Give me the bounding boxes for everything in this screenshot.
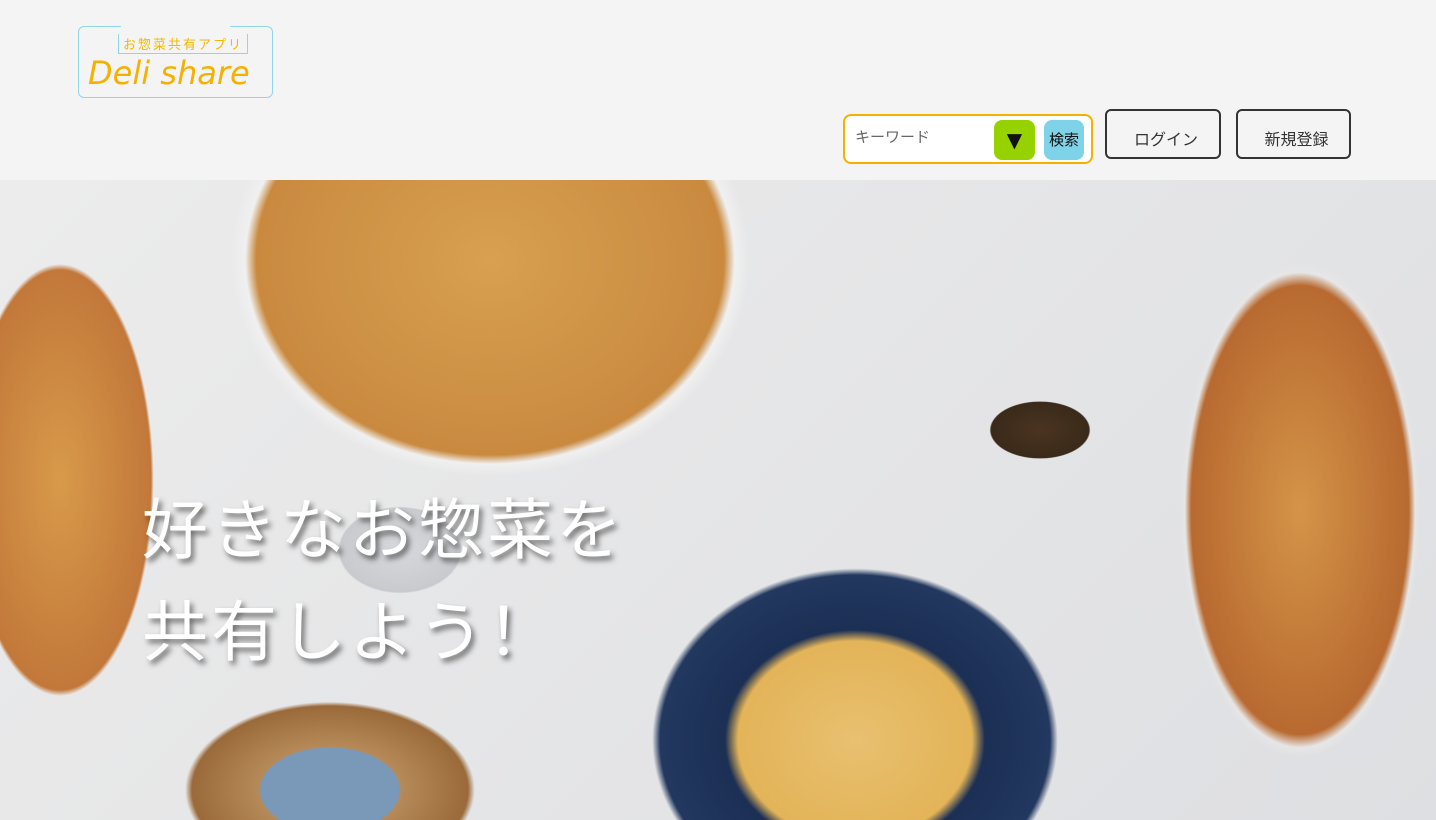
logo-title: Deli share: [88, 54, 250, 92]
login-label: ログイン: [1133, 130, 1198, 149]
search-form: ▼ 検索: [843, 114, 1093, 164]
hero-headline: 好きなお惣菜を 共有しよう！: [142, 480, 625, 684]
site-header: お惣菜共有アプリ Deli share ▼ 検索 ログイン 新規登録: [0, 0, 1436, 180]
signup-label: 新規登録: [1264, 130, 1329, 149]
logo[interactable]: お惣菜共有アプリ Deli share: [78, 26, 273, 98]
category-dropdown-button[interactable]: ▼: [994, 120, 1035, 160]
search-button[interactable]: 検索: [1044, 120, 1084, 160]
logo-subtitle: お惣菜共有アプリ: [118, 34, 249, 54]
signup-button[interactable]: 新規登録: [1236, 109, 1354, 161]
hero-line-2: 共有しよう！: [142, 594, 556, 671]
hero-image: 好きなお惣菜を 共有しよう！: [0, 180, 1436, 820]
login-button[interactable]: ログイン: [1105, 109, 1224, 161]
keyword-input[interactable]: [855, 128, 995, 146]
hero-line-1: 好きなお惣菜を: [142, 492, 625, 569]
